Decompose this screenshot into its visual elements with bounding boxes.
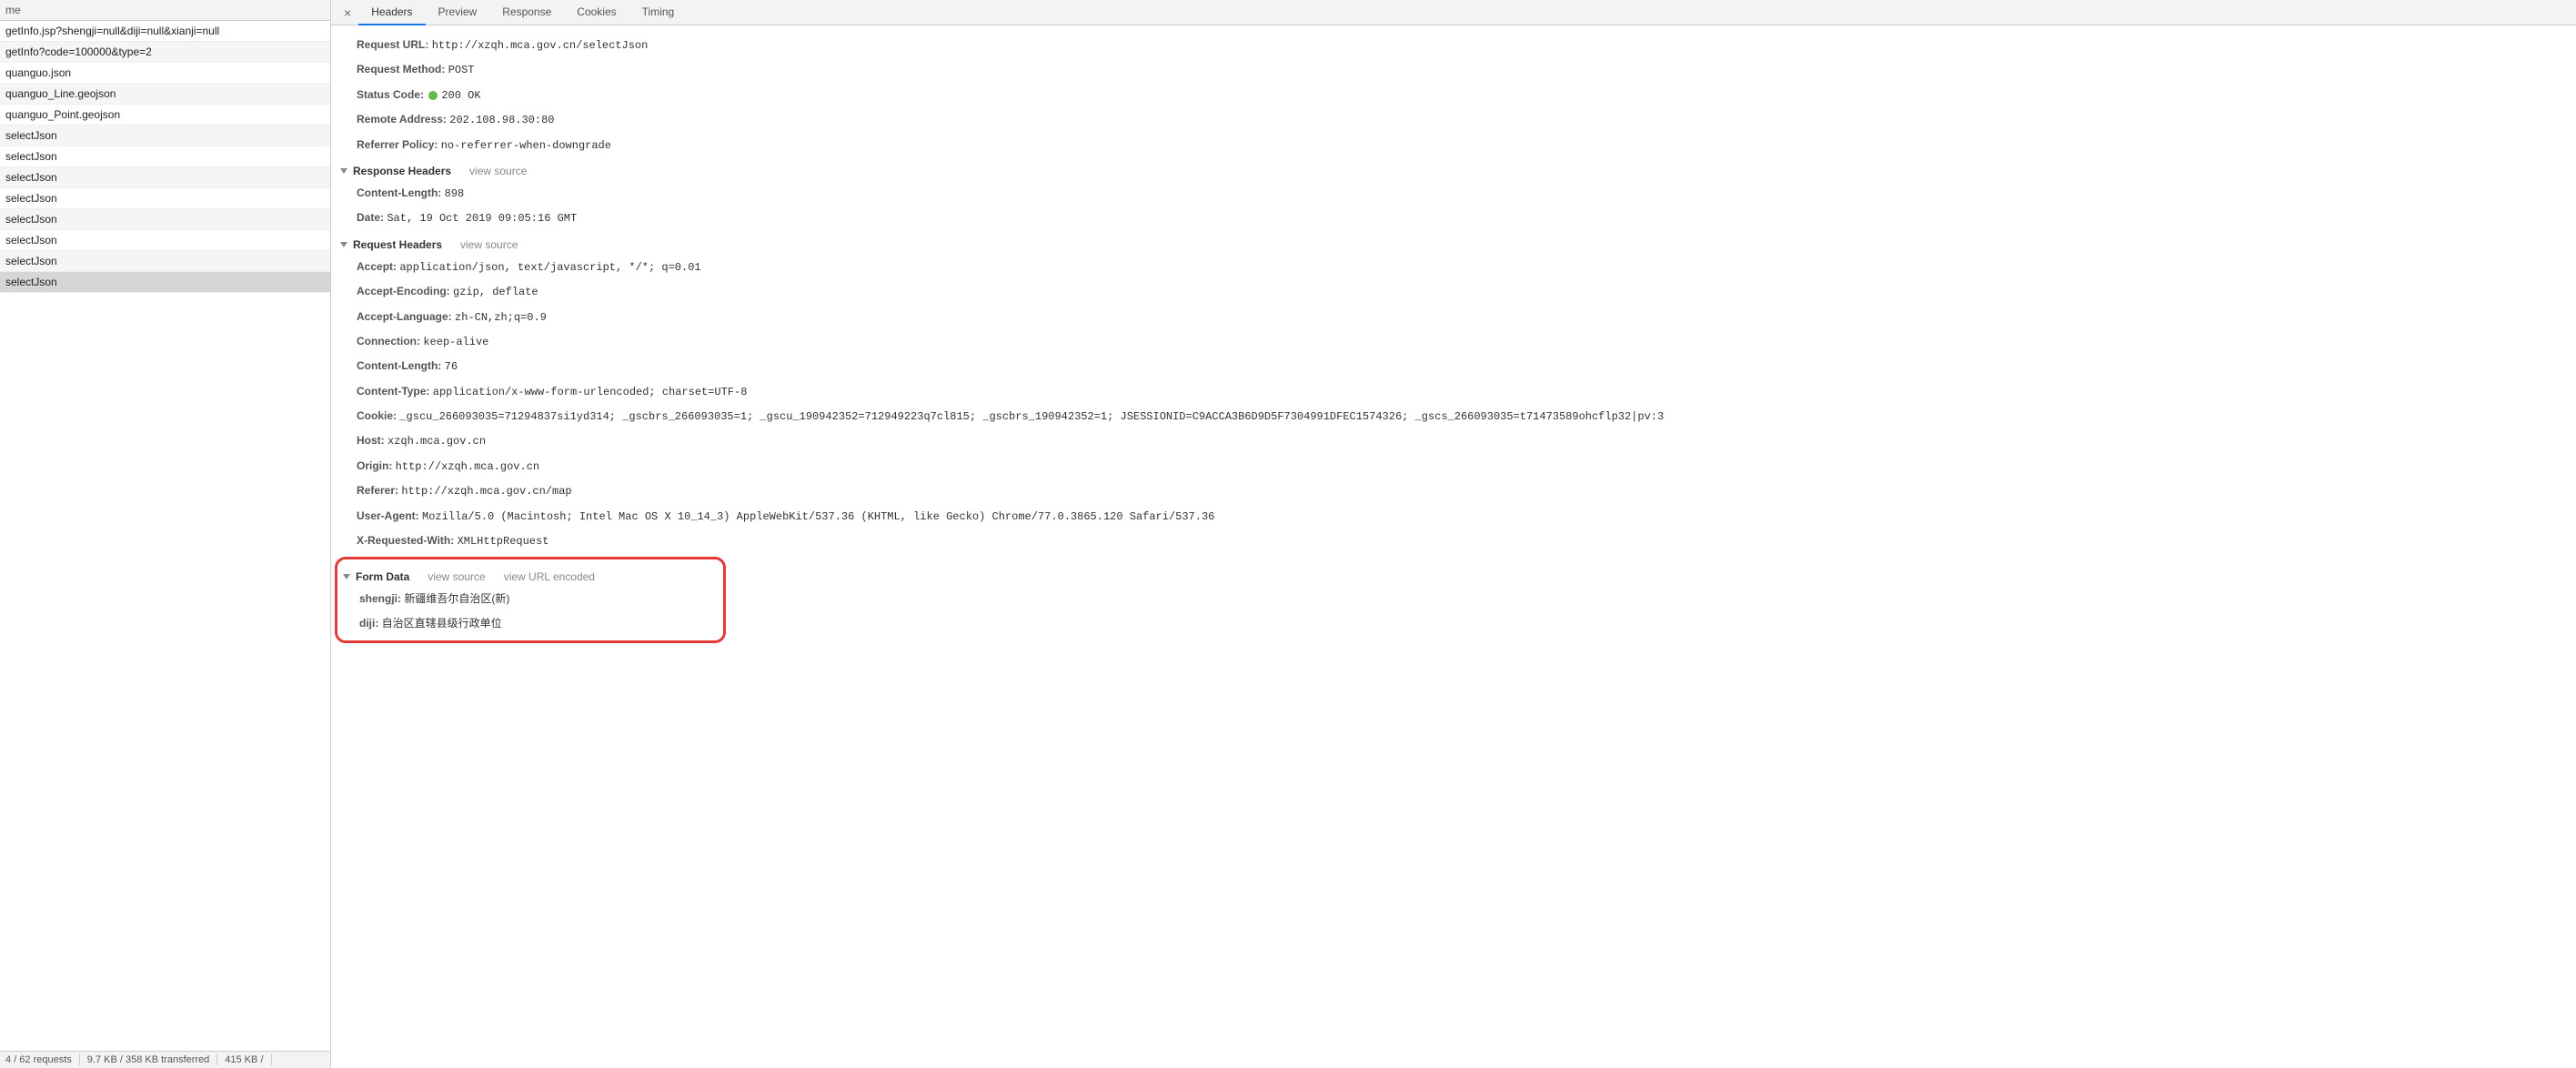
resp-content-length-value: 898 (445, 187, 465, 200)
resp-date-key: Date: (357, 211, 384, 224)
view-url-encoded-link[interactable]: view URL encoded (504, 570, 595, 583)
form-data-highlight: Form Data view source view URL encoded s… (335, 557, 726, 643)
x-requested-with-key: X-Requested-With: (357, 534, 454, 547)
request-row[interactable]: selectJson (0, 146, 330, 167)
request-url-value: http://xzqh.mca.gov.cn/selectJson (432, 39, 649, 52)
general-section: Request URL: http://xzqh.mca.gov.cn/sele… (331, 29, 2576, 157)
content-type-value: application/x-www-form-urlencoded; chars… (433, 386, 748, 398)
request-method-value: POST (448, 64, 475, 76)
remote-address-value: 202.108.98.30:80 (449, 114, 554, 126)
request-row[interactable]: getInfo?code=100000&type=2 (0, 42, 330, 63)
shengji-value: 新疆维吾尔自治区(新) (404, 592, 509, 605)
status-dot-icon (428, 91, 438, 100)
request-row[interactable]: quanguo_Point.geojson (0, 105, 330, 126)
request-row[interactable]: selectJson (0, 230, 330, 251)
request-method-key: Request Method: (357, 63, 445, 76)
accept-language-key: Accept-Language: (357, 310, 452, 323)
connection-key: Connection: (357, 335, 420, 348)
referrer-policy-value: no-referrer-when-downgrade (441, 139, 611, 152)
content-type-key: Content-Type: (357, 385, 429, 398)
diji-key: diji: (359, 617, 378, 630)
user-agent-key: User-Agent: (357, 509, 419, 522)
resp-content-length-key: Content-Length: (357, 186, 441, 199)
request-row[interactable]: getInfo.jsp?shengji=null&diji=null&xianj… (0, 21, 330, 42)
request-headers-toggle[interactable]: Request Headers (340, 238, 442, 251)
form-data-section: Form Data view source view URL encoded s… (343, 563, 723, 635)
tab-response[interactable]: Response (489, 0, 564, 25)
resp-date-value: Sat, 19 Oct 2019 09:05:16 GMT (387, 212, 577, 225)
request-url-key: Request URL: (357, 38, 428, 51)
tab-preview[interactable]: Preview (426, 0, 490, 25)
detail-body: Request URL: http://xzqh.mca.gov.cn/sele… (331, 25, 2576, 1068)
detail-tabs: × HeadersPreviewResponseCookiesTiming (331, 0, 2576, 25)
connection-value: keep-alive (423, 336, 488, 348)
request-row[interactable]: quanguo.json (0, 63, 330, 84)
origin-value: http://xzqh.mca.gov.cn (396, 460, 539, 473)
status-code-key: Status Code: (357, 88, 424, 101)
shengji-key: shengji: (359, 592, 401, 605)
request-row[interactable]: selectJson (0, 209, 330, 230)
status-code-value: 200 OK (441, 89, 480, 102)
chevron-down-icon (340, 168, 347, 174)
request-row[interactable]: selectJson (0, 167, 330, 188)
tab-cookies[interactable]: Cookies (564, 0, 629, 25)
remote-address-key: Remote Address: (357, 113, 447, 126)
response-headers-toggle[interactable]: Response Headers (340, 165, 451, 177)
cookie-key: Cookie: (357, 409, 397, 422)
request-row[interactable]: selectJson (0, 272, 330, 293)
accept-value: application/json, text/javascript, */*; … (399, 261, 700, 274)
request-row[interactable]: selectJson (0, 251, 330, 272)
request-row[interactable]: quanguo_Line.geojson (0, 84, 330, 105)
diji-value: 自治区直辖县级行政单位 (382, 617, 502, 630)
request-list: getInfo.jsp?shengji=null&diji=null&xianj… (0, 21, 330, 1051)
referer-key: Referer: (357, 484, 398, 497)
host-value: xzqh.mca.gov.cn (387, 435, 486, 448)
view-source-link[interactable]: view source (460, 238, 518, 251)
form-data-toggle[interactable]: Form Data (343, 570, 409, 583)
status-requests: 4 / 62 requests (5, 1054, 80, 1065)
name-column-header[interactable]: me (0, 0, 330, 21)
tab-timing[interactable]: Timing (629, 0, 688, 25)
request-row[interactable]: selectJson (0, 126, 330, 146)
cookie-value: _gscu_266093035=71294837si1yd314; _gscbr… (399, 410, 1664, 423)
status-transferred: 9.7 KB / 358 KB transferred (80, 1054, 218, 1065)
network-status-bar: 4 / 62 requests 9.7 KB / 358 KB transfer… (0, 1051, 330, 1068)
origin-key: Origin: (357, 459, 392, 472)
request-row[interactable]: selectJson (0, 188, 330, 209)
accept-encoding-value: gzip, deflate (453, 286, 538, 298)
view-source-link[interactable]: view source (428, 570, 485, 583)
chevron-down-icon (343, 574, 350, 579)
view-source-link[interactable]: view source (469, 165, 527, 177)
accept-key: Accept: (357, 260, 397, 273)
referrer-policy-key: Referrer Policy: (357, 138, 438, 151)
host-key: Host: (357, 434, 385, 447)
accept-language-value: zh-CN,zh;q=0.9 (455, 311, 547, 324)
close-icon[interactable]: × (337, 5, 358, 20)
req-content-length-value: 76 (445, 360, 458, 373)
referer-value: http://xzqh.mca.gov.cn/map (401, 485, 571, 498)
tab-headers[interactable]: Headers (358, 0, 425, 25)
network-request-list-panel: me getInfo.jsp?shengji=null&diji=null&xi… (0, 0, 331, 1068)
chevron-down-icon (340, 242, 347, 247)
user-agent-value: Mozilla/5.0 (Macintosh; Intel Mac OS X 1… (422, 510, 1214, 523)
x-requested-with-value: XMLHttpRequest (458, 535, 549, 548)
status-size: 415 KB / (217, 1054, 271, 1065)
accept-encoding-key: Accept-Encoding: (357, 285, 450, 297)
req-content-length-key: Content-Length: (357, 359, 441, 372)
request-headers-section: Request Headers view source Accept: appl… (331, 231, 2576, 554)
request-detail-panel: × HeadersPreviewResponseCookiesTiming Re… (331, 0, 2576, 1068)
response-headers-section: Response Headers view source Content-Len… (331, 157, 2576, 231)
